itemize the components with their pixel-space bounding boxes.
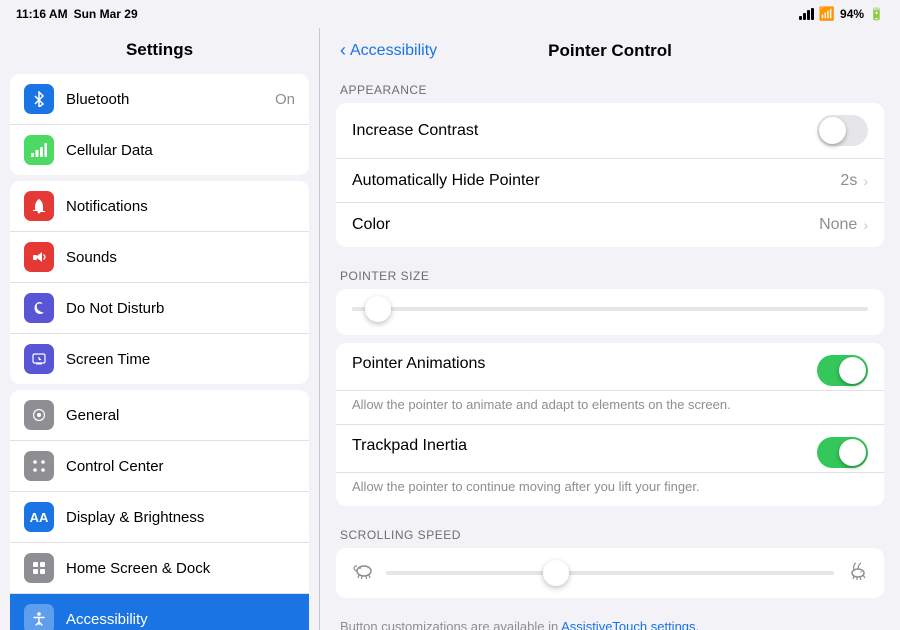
color-label: Color: [352, 216, 819, 234]
notifications-label: Notifications: [66, 198, 295, 215]
hide-pointer-row[interactable]: Automatically Hide Pointer 2s ›: [336, 159, 884, 203]
assistivetouch-link[interactable]: AssistiveTouch settings.: [561, 619, 699, 630]
screentime-icon: [24, 344, 54, 374]
pointer-size-track[interactable]: [352, 307, 868, 311]
sidebar-item-bluetooth[interactable]: Bluetooth On: [10, 74, 309, 125]
homescreen-icon: [24, 553, 54, 583]
footer-note: Button customizations are available in A…: [336, 606, 884, 630]
status-date: Sun Mar 29: [74, 7, 138, 21]
hide-pointer-label: Automatically Hide Pointer: [352, 172, 840, 190]
screentime-label: Screen Time: [66, 351, 295, 368]
detail-panel: ‹ Accessibility Pointer Control APPEARAN…: [320, 28, 900, 630]
contrast-row: Increase Contrast: [336, 103, 884, 159]
detail-header: ‹ Accessibility Pointer Control: [320, 28, 900, 69]
scrolling-slider-section: [336, 548, 884, 598]
homescreen-label: Home Screen & Dock: [66, 560, 295, 577]
sidebar-item-notifications[interactable]: Notifications: [10, 181, 309, 232]
color-chevron: ›: [863, 217, 868, 233]
sidebar-section-2: Notifications Sounds Do: [10, 181, 309, 384]
inertia-label: Trackpad Inertia: [352, 437, 817, 455]
display-label: Display & Brightness: [66, 509, 295, 526]
inertia-row: Trackpad Inertia: [336, 424, 884, 473]
main-container: Settings Bluetooth On: [0, 28, 900, 630]
sidebar-item-dnd[interactable]: Do Not Disturb: [10, 283, 309, 334]
contrast-toggle-thumb: [819, 117, 846, 144]
pointer-size-slider-container: [336, 289, 884, 335]
sounds-label: Sounds: [66, 249, 295, 266]
pointer-size-thumb[interactable]: [365, 296, 391, 322]
sidebar-item-cellular[interactable]: Cellular Data: [10, 125, 309, 175]
sidebar-item-control[interactable]: Control Center: [10, 441, 309, 492]
scrolling-thumb[interactable]: [543, 560, 569, 586]
footer-note-text: Button customizations are available in: [340, 619, 561, 630]
animations-toggle-thumb: [839, 357, 866, 384]
dnd-label: Do Not Disturb: [66, 300, 295, 317]
display-icon: AA: [24, 502, 54, 532]
color-row[interactable]: Color None ›: [336, 203, 884, 247]
bluetooth-icon: [24, 84, 54, 114]
sidebar-item-display[interactable]: AA Display & Brightness: [10, 492, 309, 543]
notifications-icon: [24, 191, 54, 221]
animations-group: Pointer Animations Allow the pointer to …: [336, 343, 884, 506]
cellular-label: Cellular Data: [66, 142, 295, 159]
accessibility-icon: [24, 604, 54, 630]
detail-content: APPEARANCE Increase Contrast Automatical…: [320, 69, 900, 630]
signal-icon: [799, 8, 814, 20]
back-chevron-icon: ‹: [340, 40, 346, 61]
accessibility-label: Accessibility: [66, 611, 295, 628]
dnd-icon: [24, 293, 54, 323]
general-label: General: [66, 407, 295, 424]
animations-toggle[interactable]: [817, 355, 868, 386]
sidebar: Settings Bluetooth On: [0, 28, 320, 630]
status-bar: 11:16 AM Sun Mar 29 📶 94% 🔋: [0, 0, 900, 28]
detail-title: Pointer Control: [548, 41, 672, 61]
sidebar-item-sounds[interactable]: Sounds: [10, 232, 309, 283]
inertia-toggle-thumb: [839, 439, 866, 466]
animations-row: Pointer Animations: [336, 343, 884, 391]
bluetooth-value: On: [275, 91, 295, 108]
back-label: Accessibility: [350, 42, 437, 60]
inertia-desc: Allow the pointer to continue moving aft…: [336, 473, 884, 506]
status-time: 11:16 AM: [16, 7, 68, 21]
control-label: Control Center: [66, 458, 295, 475]
battery-icon: 🔋: [869, 7, 884, 21]
bluetooth-label: Bluetooth: [66, 91, 275, 108]
scrolling-slider-row: [352, 560, 868, 586]
sidebar-section-3: General Control Center AA Display & Brig…: [10, 390, 309, 630]
general-icon: [24, 400, 54, 430]
status-bar-right: 📶 94% 🔋: [799, 6, 884, 22]
contrast-label: Increase Contrast: [352, 122, 817, 140]
sidebar-item-homescreen[interactable]: Home Screen & Dock: [10, 543, 309, 594]
sounds-icon: [24, 242, 54, 272]
color-value: None: [819, 216, 857, 234]
battery-percentage: 94%: [840, 7, 864, 21]
hide-pointer-value: 2s: [840, 172, 857, 190]
sidebar-item-accessibility[interactable]: Accessibility: [10, 594, 309, 630]
hide-pointer-chevron: ›: [863, 173, 868, 189]
cellular-icon: [24, 135, 54, 165]
appearance-group: Increase Contrast Automatically Hide Poi…: [336, 103, 884, 247]
contrast-toggle[interactable]: [817, 115, 868, 146]
appearance-header: APPEARANCE: [336, 69, 884, 103]
status-bar-left: 11:16 AM Sun Mar 29: [16, 7, 138, 21]
animations-label: Pointer Animations: [352, 355, 817, 373]
scroll-fast-icon: [844, 560, 868, 586]
sidebar-section-1: Bluetooth On Cellular Data: [10, 74, 309, 175]
back-button[interactable]: ‹ Accessibility: [340, 40, 437, 61]
scrolling-track[interactable]: [386, 571, 834, 575]
scroll-slow-icon: [352, 560, 376, 586]
sidebar-item-screentime[interactable]: Screen Time: [10, 334, 309, 384]
control-icon: [24, 451, 54, 481]
pointer-size-header: POINTER SIZE: [336, 255, 884, 289]
animations-desc: Allow the pointer to animate and adapt t…: [336, 391, 884, 424]
sidebar-item-general[interactable]: General: [10, 390, 309, 441]
sidebar-title: Settings: [0, 28, 319, 68]
wifi-icon: 📶: [819, 6, 835, 22]
scrolling-header: SCROLLING SPEED: [336, 514, 884, 548]
inertia-toggle[interactable]: [817, 437, 868, 468]
